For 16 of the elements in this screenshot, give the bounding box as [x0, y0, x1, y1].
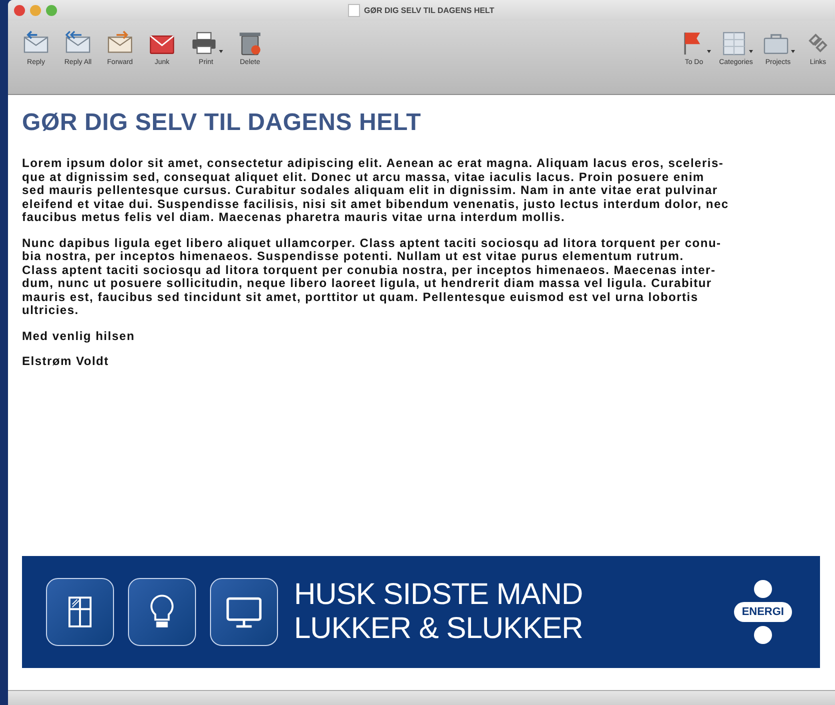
paragraph: Nunc dapibus ligula eget libero aliquet ullamcorper. Class aptent taciti sociosqu ad litora torquent per conu- bia nostra, per inceptos himenaeos. Suspendisse potenti. Nullam ut est vitae purus elementum rutrum. Class aptent taciti sociosqu ad litora torquent per conubia nostra, per inceptos himenaeos. Maecenas inter- dum, nunc ut posuere sollicitudin, neque libero laoreet ligula, ut hendrerit diam massa vel ligula. Curabitur mauris est, faucibus sed tincidunt sit amet, porttitor ut quam. Pellentesque euismod est vel urna lobortis ultricies. — [22, 236, 722, 318]
message-heading: GØR DIG SELV TIL DAGENS HELT — [22, 109, 422, 137]
paragraph: Lorem ipsum dolor sit amet, consectetur adipiscing elit. Aenean ac erat magna. Aliquam lacus eros, sceleris- que at dignissim sed, consequat aliquet elit. Donec ut arcu massa, vitae iaculis lacus. Proin posuere enim sed mauris pellentesque cursus. Curabitur sodales aliquam elit in dignissim. Nam in ante vitae erat pulvinar eleifend et vitae dui. Suspendisse facilisis, nisi sit amet bibendum venenatis, justo lectus interdum dolor, nec faucibus metus felis vel diam. Maecenas pharetra mauris vitae urna interdum mollis. — [22, 157, 730, 224]
paragraph: Med venlig hilsen — [22, 330, 136, 343]
slogan-text: LUKKER & SLUKKER — [294, 612, 583, 646]
energi-logo: ENERGI — [734, 580, 792, 644]
slogan-text: HUSK SIDSTE MAND — [294, 578, 583, 612]
light-bulb-icon — [128, 578, 196, 646]
zoom-button[interactable] — [46, 5, 57, 16]
window-title: GØR DIG SELV TIL DAGENS HELT — [364, 6, 494, 15]
paragraph: Elstrøm Voldt — [22, 355, 110, 368]
monitor-icon — [210, 578, 278, 646]
window-icon — [46, 578, 114, 646]
minimize-button[interactable] — [30, 5, 41, 16]
document-icon — [348, 4, 360, 17]
close-button[interactable] — [14, 5, 25, 16]
